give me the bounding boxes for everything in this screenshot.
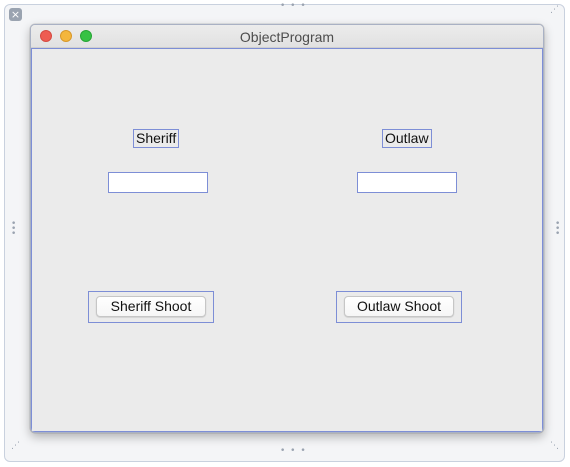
outlaw-text-field[interactable]	[357, 172, 457, 193]
bottom-right-resize-handle-icon[interactable]: ⋱	[550, 442, 559, 451]
outlaw-shoot-button-frame: Outlaw Shoot	[336, 291, 462, 323]
app-window: ObjectProgram Sheriff Outlaw Sheriff Sho…	[30, 24, 544, 433]
right-resize-handle-icon[interactable]: • • •	[555, 220, 560, 239]
sheriff-label: Sheriff	[133, 129, 180, 148]
top-resize-handle-icon[interactable]: • • •	[280, 2, 307, 11]
sheriff-text-field[interactable]	[108, 172, 208, 193]
content-view: Sheriff Outlaw Sheriff Shoot Outlaw Shoo…	[31, 48, 543, 432]
left-resize-handle-icon[interactable]: • • •	[11, 220, 16, 239]
window-title: ObjectProgram	[239, 29, 335, 45]
canvas-close-icon[interactable]: ×	[9, 8, 22, 21]
title-bar: ObjectProgram	[31, 25, 543, 48]
sheriff-shoot-button[interactable]: Sheriff Shoot	[96, 296, 206, 317]
bottom-resize-handle-icon[interactable]: • • •	[280, 447, 307, 456]
outlaw-shoot-button[interactable]: Outlaw Shoot	[344, 296, 454, 317]
outlaw-label: Outlaw	[382, 129, 432, 148]
top-right-resize-handle-icon[interactable]: ⋰	[550, 6, 559, 15]
sheriff-shoot-button-frame: Sheriff Shoot	[88, 291, 214, 323]
bottom-left-resize-handle-icon[interactable]: ⋰	[11, 442, 20, 451]
